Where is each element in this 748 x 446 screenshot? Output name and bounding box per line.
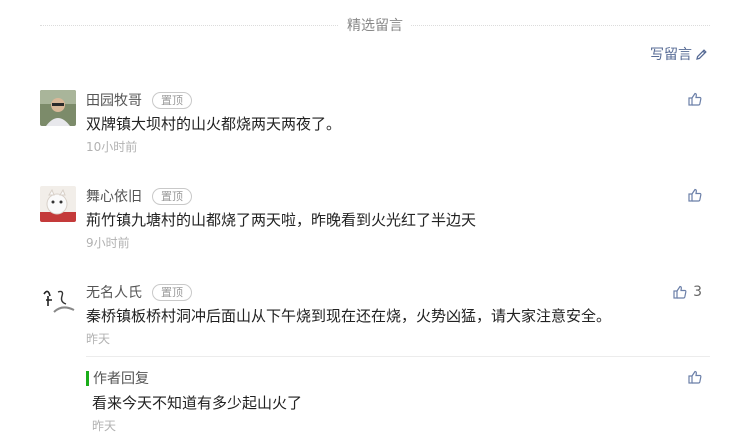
pinned-badge: 置顶: [152, 91, 192, 109]
thumbs-up-icon: [688, 92, 702, 106]
avatar[interactable]: [40, 186, 76, 222]
author-reply: 作者回复 看来今天不知道有多少起山火了 昨天: [86, 356, 710, 434]
pencil-icon: [696, 48, 707, 60]
like-count: 3: [693, 284, 702, 300]
avatar[interactable]: [40, 90, 76, 126]
avatar[interactable]: [40, 282, 76, 318]
comment-nickname[interactable]: 无名人氏: [86, 282, 142, 302]
comment-content: 秦桥镇板桥村洞冲后面山从下午烧到现在还在烧，火势凶猛，请大家注意安全。: [86, 307, 612, 325]
section-title: 精选留言: [339, 15, 411, 35]
author-reply-label: 作者回复: [93, 371, 149, 387]
reply-accent-bar: [86, 370, 89, 386]
comment-nickname[interactable]: 舞心依旧: [86, 186, 142, 206]
like-button[interactable]: [688, 92, 702, 106]
comment-content: 双牌镇大坝村的山火都烧两天两夜了。: [86, 115, 342, 133]
comment-time: 10小时前: [86, 140, 138, 154]
comment-content: 荊竹镇九塘村的山都烧了两天啦，昨晚看到火光红了半边天: [86, 211, 477, 229]
thumbs-up-icon: [673, 285, 687, 299]
reply-divider: [86, 356, 710, 357]
comment-time: 昨天: [86, 332, 111, 346]
pinned-badge: 置顶: [152, 187, 192, 205]
like-button[interactable]: [688, 188, 702, 202]
like-button[interactable]: [688, 370, 702, 384]
like-button[interactable]: 3: [673, 284, 702, 300]
pinned-badge: 置顶: [152, 283, 192, 301]
comment-nickname[interactable]: 田园牧哥: [86, 90, 142, 110]
comment-time: 9小时前: [86, 236, 130, 250]
reply-content: 看来今天不知道有多少起山火了: [92, 394, 303, 412]
write-comment-label: 写留言: [650, 47, 692, 63]
thumbs-up-icon: [688, 370, 702, 384]
write-comment-button[interactable]: 写留言: [650, 44, 708, 64]
reply-time: 昨天: [92, 419, 117, 433]
section-header: 精选留言: [40, 8, 710, 42]
thumbs-up-icon: [688, 188, 702, 202]
